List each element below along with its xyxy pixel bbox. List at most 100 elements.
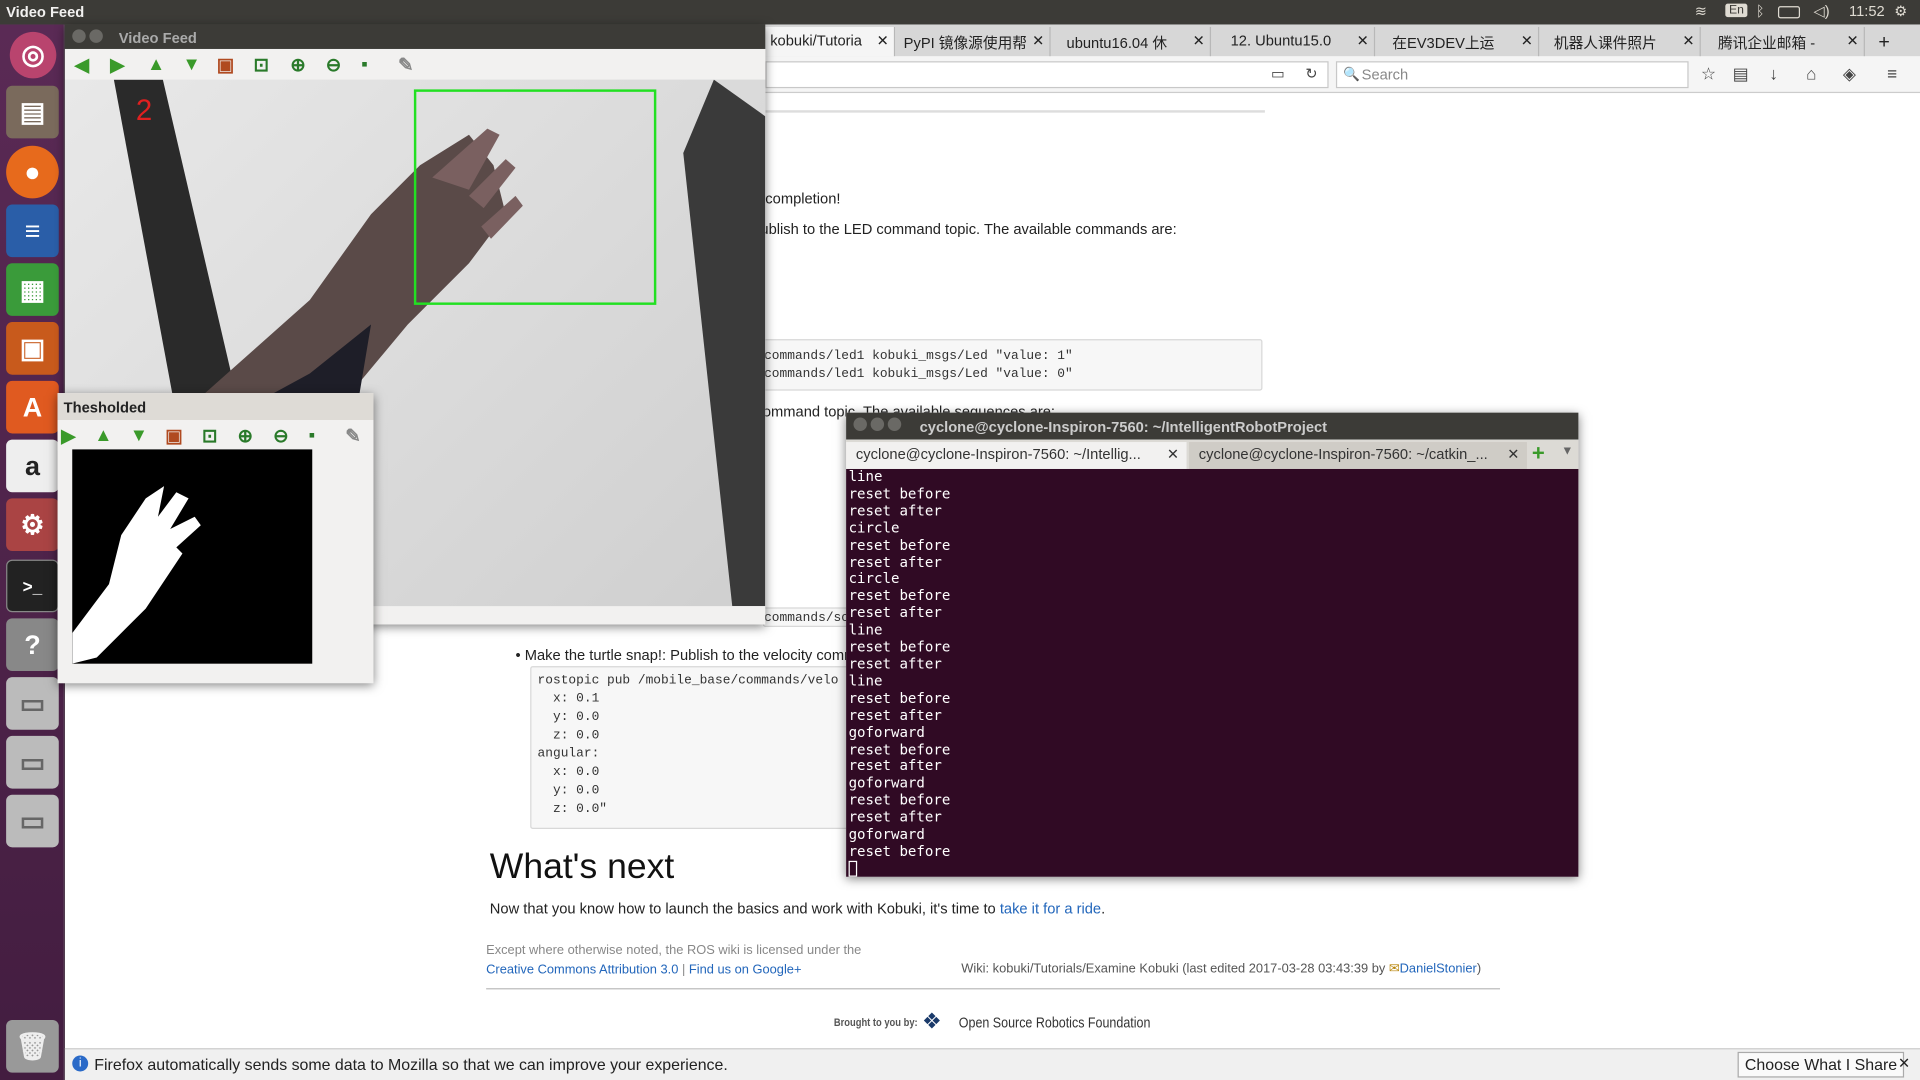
help-icon[interactable]: ? <box>6 618 59 672</box>
close-icon[interactable] <box>853 417 867 432</box>
arrow-down-icon[interactable]: ▼ <box>130 425 148 446</box>
browser-tab[interactable]: PyPI 镜像源使用帮 ✕ <box>896 26 1051 57</box>
zoom-fit-icon[interactable]: ⊡ <box>202 425 217 447</box>
terminal-tab[interactable]: cyclone@cyclone-Inspiron-7560: ~/catkin_… <box>1188 442 1527 469</box>
menu-icon[interactable]: ≡ <box>1887 64 1897 84</box>
browser-tab[interactable]: 在EV3DEV上运 ✕ <box>1385 26 1540 57</box>
terminal-tab[interactable]: cyclone@cyclone-Inspiron-7560: ~/Intelli… <box>846 442 1187 469</box>
files-icon[interactable]: ▤ <box>6 85 59 139</box>
download-icon[interactable]: ↓ <box>1769 64 1778 84</box>
volume-icon[interactable]: ◁) <box>1813 2 1829 19</box>
close-icon[interactable]: ✕ <box>1193 32 1205 49</box>
system-settings-icon[interactable]: ⚙ <box>6 498 59 552</box>
arrow-down-icon[interactable]: ▼ <box>182 54 200 75</box>
window-titlebar: Video Feed <box>64 24 766 49</box>
close-icon[interactable]: ✕ <box>1521 32 1533 49</box>
writer-icon[interactable]: ≡ <box>6 204 59 258</box>
search-input[interactable]: Search <box>1335 61 1689 89</box>
save-icon[interactable]: ▪ <box>309 425 316 446</box>
arrow-left-icon[interactable]: ◀ <box>75 54 89 76</box>
software-center-icon[interactable]: A <box>6 380 59 434</box>
home-icon[interactable]: ⌂ <box>1806 64 1816 84</box>
zoom-out-icon[interactable]: ⊖ <box>273 425 288 447</box>
properties-icon[interactable]: ✎ <box>345 425 360 447</box>
amazon-icon[interactable]: a <box>6 439 59 493</box>
browser-tab[interactable]: 腾讯企业邮箱 - ✕ <box>1711 26 1865 57</box>
close-icon[interactable]: ✕ <box>1682 32 1694 49</box>
minimize-icon[interactable] <box>89 29 103 43</box>
osrf-label: Open Source Robotics Foundation <box>958 1013 1151 1032</box>
close-icon[interactable]: ✕ <box>1032 32 1044 49</box>
google-link[interactable]: Find us on Google+ <box>689 962 802 977</box>
reload-icon[interactable]: ↻ <box>1305 65 1317 82</box>
browser-tab[interactable]: kobuki/Tutoria ✕ <box>762 26 896 57</box>
library-icon[interactable]: ▤ <box>1733 64 1749 85</box>
close-icon[interactable]: ✕ <box>1167 446 1179 463</box>
close-icon[interactable]: ✕ <box>1898 1054 1910 1071</box>
trash-icon[interactable]: 🗑 <box>6 1020 59 1073</box>
new-tab-icon[interactable]: + <box>1532 441 1545 467</box>
license-link[interactable]: Creative Commons Attribution 3.0 <box>486 962 678 977</box>
wifi-icon[interactable]: ≋ <box>1695 2 1707 19</box>
calc-icon[interactable]: ▦ <box>6 263 59 316</box>
browser-tab[interactable]: ubuntu16.04 休 ✕ <box>1059 26 1212 57</box>
ubuntu-dash-icon[interactable]: ◎ <box>9 31 57 79</box>
divider <box>486 988 1501 990</box>
battery-icon[interactable] <box>1777 6 1801 19</box>
bookmark-star-icon[interactable]: ☆ <box>1701 64 1716 85</box>
terminal-line: reset after <box>848 501 942 519</box>
save-icon[interactable]: ▪ <box>361 54 368 75</box>
brought-label: Brought to you by: <box>833 1016 918 1029</box>
keyboard-indicator[interactable]: En <box>1725 3 1748 18</box>
zoom-out-icon[interactable]: ⊖ <box>326 54 341 76</box>
close-icon[interactable] <box>72 29 86 43</box>
drive-icon[interactable]: ▭ <box>6 794 59 848</box>
browser-tab[interactable]: 12. Ubuntu15.0 ✕ <box>1223 26 1376 57</box>
arrow-right-icon[interactable]: ▶ <box>61 425 75 447</box>
url-bar[interactable]: ▭ ↻ <box>765 61 1329 89</box>
close-icon[interactable]: ✕ <box>877 32 889 49</box>
zoom-in-icon[interactable]: ⊕ <box>290 54 305 76</box>
divider <box>762 110 1265 113</box>
terminal-line: reset before <box>848 535 951 554</box>
close-icon[interactable]: ✕ <box>1507 446 1519 463</box>
terminal-icon[interactable]: >_ <box>6 559 59 613</box>
threshold-image <box>72 449 313 664</box>
arrow-up-icon[interactable]: ▲ <box>94 425 112 446</box>
author-link[interactable]: DanielStonier <box>1400 961 1477 976</box>
firefox-icon[interactable]: ● <box>6 145 59 199</box>
ride-link[interactable]: take it for a ride <box>1000 900 1101 917</box>
tab-strip: kobuki/Tutoria ✕ PyPI 镜像源使用帮 ✕ ubuntu16.04… <box>762 24 1920 57</box>
arrow-right-icon[interactable]: ▶ <box>110 54 124 76</box>
properties-icon[interactable]: ✎ <box>398 54 413 76</box>
window-title: Thesholded <box>63 399 147 417</box>
chevron-down-icon[interactable]: ▼ <box>1561 444 1573 457</box>
active-window-title: Video Feed <box>6 3 85 21</box>
page-text: Now that you know how to launch the basi… <box>489 900 1106 918</box>
maximize-icon[interactable] <box>887 417 902 432</box>
terminal-line: circle <box>848 518 900 536</box>
close-icon[interactable]: ✕ <box>1357 32 1369 49</box>
reader-view-icon[interactable]: ▭ <box>1271 65 1285 82</box>
clock[interactable]: 11:52 <box>1849 2 1885 19</box>
zoom-fit-icon[interactable]: ⊡ <box>253 54 268 76</box>
terminal-line: reset after <box>848 603 942 622</box>
drive-icon[interactable]: ▭ <box>6 735 59 789</box>
pocket-icon[interactable]: ◈ <box>1843 64 1856 85</box>
new-tab-button[interactable]: + <box>1871 27 1915 56</box>
image-icon[interactable]: ▣ <box>217 54 234 76</box>
bluetooth-icon[interactable]: ᛒ <box>1756 2 1765 19</box>
choose-share-button[interactable]: Choose What I Share <box>1737 1051 1905 1078</box>
minimize-icon[interactable] <box>870 417 885 432</box>
browser-tab[interactable]: 机器人课件照片 ✕ <box>1547 26 1701 57</box>
impress-icon[interactable]: ▣ <box>6 322 59 375</box>
zoom-in-icon[interactable]: ⊕ <box>238 425 253 447</box>
gear-icon[interactable]: ⚙ <box>1894 2 1907 19</box>
arrow-up-icon[interactable]: ▲ <box>147 54 165 75</box>
drive-icon[interactable]: ▭ <box>6 677 59 730</box>
image-icon[interactable]: ▣ <box>165 425 182 447</box>
close-icon[interactable]: ✕ <box>1846 32 1858 49</box>
terminal-output[interactable]: line reset before reset after circle reset b… <box>846 468 1579 877</box>
page-text: ublish to the LED command topic. The ava… <box>760 220 1177 238</box>
heading-whats-next: What's next <box>489 847 675 887</box>
